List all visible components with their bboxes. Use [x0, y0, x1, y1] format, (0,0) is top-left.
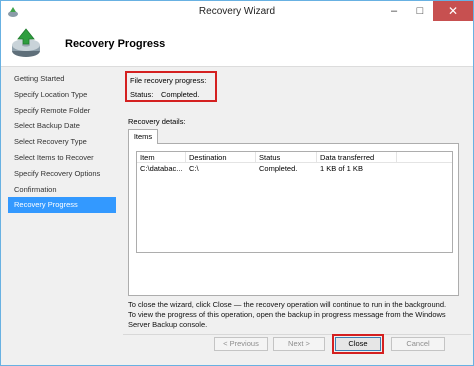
step-recovery-progress[interactable]: Recovery Progress — [8, 197, 116, 214]
recovery-items-table: Item Destination Status Data transferred… — [136, 151, 453, 253]
backup-recovery-icon — [9, 27, 43, 61]
cell-item: C:\databac... — [140, 164, 183, 173]
close-button[interactable]: Close — [335, 337, 381, 351]
next-button[interactable]: Next > — [273, 337, 325, 351]
wizard-header: Recovery Progress — [1, 23, 473, 67]
step-confirmation[interactable]: Confirmation — [8, 182, 116, 198]
cell-status: Completed. — [259, 164, 298, 173]
column-header-empty — [397, 152, 452, 162]
cell-data-transferred: 1 KB of 1 KB — [320, 164, 363, 173]
step-specify-location-type[interactable]: Specify Location Type — [8, 87, 116, 103]
close-window-button[interactable]: ✕ — [433, 1, 473, 21]
previous-button[interactable]: < Previous — [214, 337, 268, 351]
info-line-2: To view the progress of this operation, … — [128, 310, 446, 319]
column-header-item[interactable]: Item — [137, 152, 186, 162]
step-select-items-to-recover[interactable]: Select Items to Recover — [8, 150, 116, 166]
step-getting-started[interactable]: Getting Started — [8, 71, 116, 87]
page-title: Recovery Progress — [65, 38, 166, 50]
table-row[interactable]: C:\databac... C:\ Completed. 1 KB of 1 K… — [137, 163, 452, 175]
recovery-wizard-window: Recovery Wizard – □ ✕ Recovery Progress … — [0, 0, 474, 366]
file-recovery-progress-label: File recovery progress: — [130, 76, 207, 85]
content-area: File recovery progress: Status: Complete… — [123, 67, 471, 337]
footer-divider — [123, 334, 471, 335]
column-header-status[interactable]: Status — [256, 152, 317, 162]
column-header-destination[interactable]: Destination — [186, 152, 256, 162]
cancel-button[interactable]: Cancel — [391, 337, 445, 351]
step-select-recovery-type[interactable]: Select Recovery Type — [8, 134, 116, 150]
items-tab-panel: Item Destination Status Data transferred… — [128, 143, 459, 296]
file-recovery-progress-highlight: File recovery progress: Status: Complete… — [125, 71, 217, 102]
status-value: Completed. — [161, 90, 200, 99]
maximize-icon: □ — [416, 5, 424, 17]
step-specify-remote-folder[interactable]: Specify Remote Folder — [8, 103, 116, 119]
minimize-icon: – — [390, 5, 398, 17]
minimize-button[interactable]: – — [381, 1, 407, 21]
step-specify-recovery-options[interactable]: Specify Recovery Options — [8, 166, 116, 182]
info-line-3: Server Backup console. — [128, 320, 208, 329]
status-label: Status: — [130, 90, 154, 99]
recovery-details-label: Recovery details: — [128, 117, 186, 126]
close-info-text: To close the wizard, click Close — the r… — [128, 300, 468, 330]
window-controls: – □ ✕ — [381, 1, 473, 21]
column-header-data-transferred[interactable]: Data transferred — [317, 152, 397, 162]
cell-destination: C:\ — [189, 164, 199, 173]
info-line-1: To close the wizard, click Close — the r… — [128, 300, 447, 309]
wizard-steps: Getting Started Specify Location Type Sp… — [8, 71, 116, 214]
maximize-button[interactable]: □ — [407, 1, 433, 21]
table-header: Item Destination Status Data transferred — [137, 152, 452, 163]
tab-items[interactable]: Items — [128, 129, 158, 144]
title-bar: Recovery Wizard – □ ✕ — [1, 1, 473, 23]
step-select-backup-date[interactable]: Select Backup Date — [8, 118, 116, 134]
close-icon: ✕ — [447, 4, 459, 18]
